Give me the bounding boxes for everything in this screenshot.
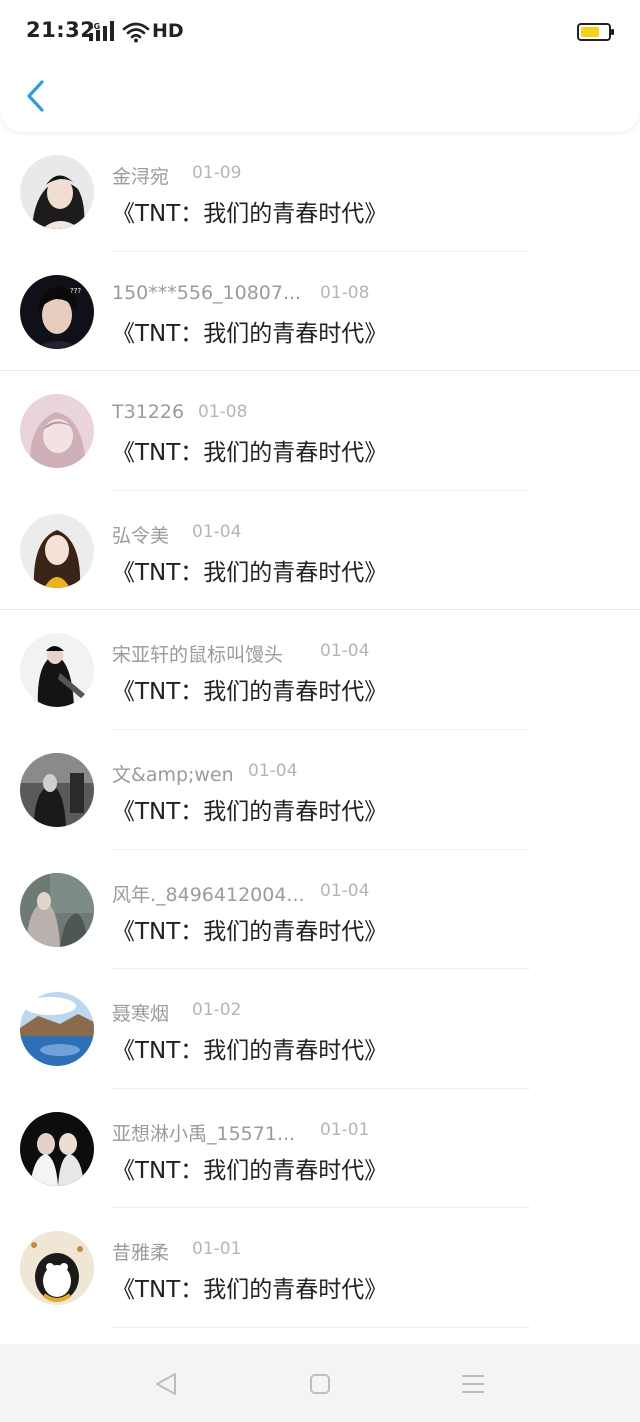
avatar[interactable] bbox=[20, 1111, 94, 1186]
book-title[interactable]: 《TNT：我们的青春时代》 bbox=[112, 1151, 387, 1185]
book-title[interactable]: 《TNT：我们的青春时代》 bbox=[112, 1031, 387, 1065]
battery-icon bbox=[577, 22, 615, 46]
book-title[interactable]: 《TNT：我们的青春时代》 bbox=[112, 553, 387, 587]
book-title[interactable]: 《TNT：我们的青春时代》 bbox=[112, 1270, 387, 1304]
nav-back-button[interactable] bbox=[152, 1370, 180, 1398]
user-name: 亚想淋小禹_15571... bbox=[112, 1122, 296, 1145]
divider bbox=[112, 1326, 530, 1328]
top-bar: 21:32 4G HD bbox=[0, 0, 640, 132]
hd-label: HD bbox=[152, 20, 184, 42]
avatar[interactable] bbox=[20, 872, 94, 947]
post-date: 01-02 bbox=[192, 1000, 242, 1021]
book-title[interactable]: 《TNT：我们的青春时代》 bbox=[112, 792, 387, 826]
avatar[interactable] bbox=[20, 752, 94, 827]
status-bar: 21:32 4G HD bbox=[0, 0, 640, 64]
book-title[interactable]: 《TNT：我们的青春时代》 bbox=[112, 912, 387, 946]
menu-lines-icon bbox=[462, 1375, 484, 1393]
post-date: 01-04 bbox=[320, 641, 370, 662]
triangle-back-icon bbox=[156, 1373, 176, 1395]
user-name: 风年._8496412004... bbox=[112, 883, 305, 906]
post-date: 01-08 bbox=[198, 402, 248, 423]
avatar[interactable] bbox=[20, 1231, 94, 1306]
post-date: 01-01 bbox=[192, 1239, 242, 1260]
network-label: 4G bbox=[88, 22, 100, 31]
back-button[interactable] bbox=[18, 76, 54, 116]
user-name: 金浔宛 bbox=[112, 166, 170, 188]
avatar[interactable] bbox=[20, 633, 94, 708]
user-name: 聂寒烟 bbox=[112, 1003, 170, 1026]
post-date: 01-01 bbox=[320, 1119, 370, 1140]
post-date: 01-04 bbox=[248, 760, 298, 781]
wifi-icon bbox=[122, 21, 150, 47]
user-name: 文&amp;wen bbox=[112, 763, 234, 786]
list-item[interactable]: 宋亚轩的鼠标叫馒头 01-04 《TNT：我们的青春时代》 bbox=[0, 610, 640, 730]
nav-menu-button[interactable] bbox=[459, 1370, 487, 1398]
user-name: 宋亚轩的鼠标叫馒头 bbox=[112, 644, 284, 667]
user-name: 昔雅柔 bbox=[112, 1242, 170, 1265]
list-item[interactable]: 金浔宛 01-09 《TNT：我们的青春时代》 bbox=[0, 132, 640, 252]
user-name: 弘令美 bbox=[112, 524, 170, 547]
list-item[interactable]: ??? 150***556_10807... 01-08 《TNT：我们的青春时… bbox=[0, 252, 640, 372]
avatar[interactable] bbox=[20, 513, 94, 588]
list-item[interactable]: 文&amp;wen 01-04 《TNT：我们的青春时代》 bbox=[0, 730, 640, 850]
reader-list: 金浔宛 01-09 《TNT：我们的青春时代》 ??? 150***556_10… bbox=[0, 132, 640, 1328]
post-date: 01-04 bbox=[320, 880, 370, 901]
list-item[interactable]: 亚想淋小禹_15571... 01-01 《TNT：我们的青春时代》 bbox=[0, 1089, 640, 1209]
svg-text:???: ??? bbox=[70, 287, 81, 295]
avatar[interactable] bbox=[20, 155, 94, 229]
battery-level bbox=[581, 27, 599, 37]
avatar[interactable] bbox=[20, 992, 94, 1067]
post-date: 01-04 bbox=[192, 521, 242, 542]
avatar[interactable] bbox=[20, 394, 94, 469]
book-title[interactable]: 《TNT：我们的青春时代》 bbox=[112, 314, 387, 348]
post-date: 01-08 bbox=[320, 282, 370, 303]
list-item[interactable]: 风年._8496412004... 01-04 《TNT：我们的青春时代》 bbox=[0, 850, 640, 970]
signal-4g-icon: 4G bbox=[88, 20, 118, 46]
status-time: 21:32 bbox=[26, 18, 96, 42]
list-item[interactable]: 昔雅柔 01-01 《TNT：我们的青春时代》 bbox=[0, 1208, 640, 1328]
post-date: 01-09 bbox=[192, 163, 242, 183]
avatar[interactable]: ??? bbox=[20, 274, 94, 349]
book-title[interactable]: 《TNT：我们的青春时代》 bbox=[112, 194, 387, 228]
user-name: T31226 bbox=[112, 401, 185, 424]
square-home-icon bbox=[310, 1374, 330, 1394]
user-name: 150***556_10807... bbox=[112, 281, 302, 304]
screen: 21:32 4G HD 金浔宛 01-09 《TNT：我们的青春时代》 ??? … bbox=[0, 0, 640, 1422]
book-title[interactable]: 《TNT：我们的青春时代》 bbox=[112, 433, 387, 467]
book-title[interactable]: 《TNT：我们的青春时代》 bbox=[112, 672, 387, 706]
list-item[interactable]: T31226 01-08 《TNT：我们的青春时代》 bbox=[0, 371, 640, 491]
chevron-left-icon bbox=[27, 80, 44, 112]
list-item[interactable]: 弘令美 01-04 《TNT：我们的青春时代》 bbox=[0, 491, 640, 611]
system-nav-bar bbox=[0, 1344, 640, 1422]
list-item[interactable]: 聂寒烟 01-02 《TNT：我们的青春时代》 bbox=[0, 969, 640, 1089]
nav-home-button[interactable] bbox=[306, 1370, 334, 1398]
